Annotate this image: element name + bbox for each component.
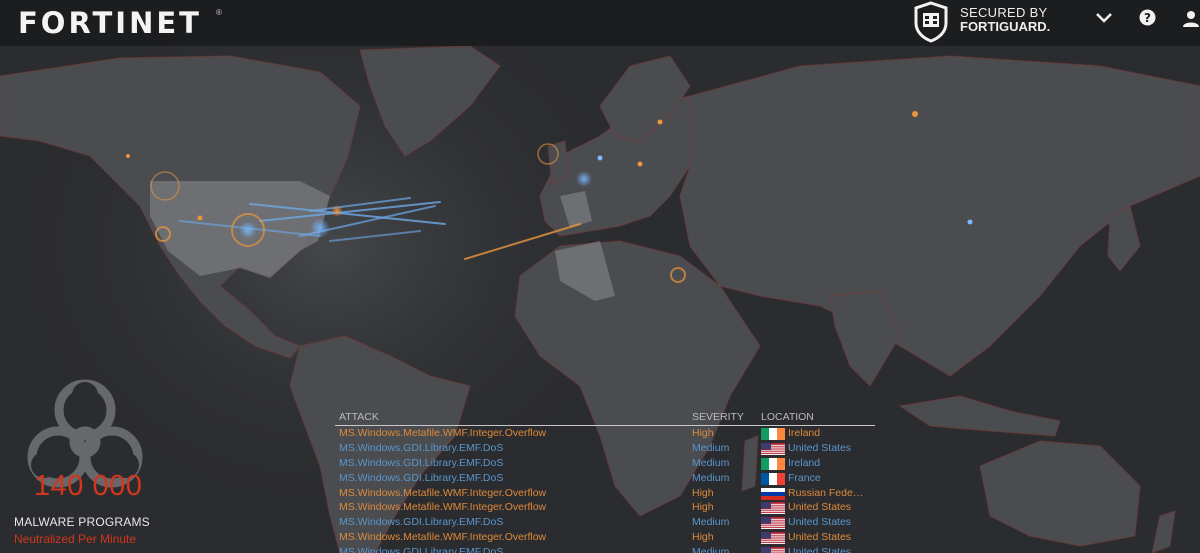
secured-by-fortiguard: SECURED BY FORTIGUARD.: [960, 6, 1050, 34]
attack-name: MS.Windows.Metafile.WMF.Integer.Overflow: [339, 531, 547, 544]
fortinet-logo[interactable]: FORTINET: [18, 6, 202, 40]
severity-value: High: [692, 427, 714, 439]
malware-label: MALWARE PROGRAMS: [14, 515, 150, 529]
ie-flag-icon: [761, 457, 785, 470]
attack-table-header: ATTACK SEVERITY LOCATION: [335, 408, 875, 426]
us-flag-icon: [761, 502, 785, 515]
header-bar: FORTINET ® SECURED BY FORTIGUARD. ?: [0, 0, 1200, 46]
malware-counter-panel: 140 000 MALWARE PROGRAMS Neutralized Per…: [10, 365, 170, 550]
attack-rows: MS.Windows.Metafile.WMF.Integer.Overflow…: [335, 426, 875, 553]
fr-flag-icon: [761, 472, 785, 485]
secured-by-label: SECURED BY: [960, 5, 1048, 20]
location-value: Ireland: [788, 456, 821, 469]
attack-row[interactable]: MS.Windows.GDI.Library.EMF.DoS Medium Fran…: [335, 471, 875, 486]
severity-value: Medium: [692, 441, 730, 454]
location-value: United States: [788, 516, 852, 529]
attack-name: MS.Windows.Metafile.WMF.Integer.Overflow: [339, 486, 547, 499]
location-column-header: LOCATION: [761, 411, 814, 423]
us-flag-icon: [761, 442, 785, 455]
severity-column-header: SEVERITY: [692, 411, 744, 423]
help-icon[interactable]: ?: [1139, 9, 1156, 26]
severity-value: High: [692, 486, 714, 499]
attack-row[interactable]: MS.Windows.Metafile.WMF.Integer.Overflow…: [335, 500, 875, 515]
attack-row[interactable]: MS.Windows.Metafile.WMF.Integer.Overflow…: [335, 426, 875, 441]
severity-value: Medium: [692, 546, 730, 553]
ru-flag-icon: [761, 487, 785, 500]
location-value: Ireland: [788, 427, 821, 439]
user-icon[interactable]: [1182, 9, 1200, 27]
chevron-down-icon[interactable]: [1094, 10, 1114, 26]
attack-name: MS.Windows.Metafile.WMF.Integer.Overflow: [339, 427, 547, 439]
attack-row[interactable]: MS.Windows.GDI.Library.EMF.DoS Medium Irel…: [335, 456, 875, 471]
location-value: France: [788, 471, 821, 484]
malware-count: 140 000: [34, 470, 143, 502]
us-flag-icon: [761, 517, 785, 530]
attack-name: MS.Windows.GDI.Library.EMF.DoS: [339, 471, 504, 484]
us-flag-icon: [761, 532, 785, 545]
fortiguard-label: FORTIGUARD.: [960, 19, 1051, 34]
svg-text:?: ?: [1144, 11, 1151, 25]
attack-row[interactable]: MS.Windows.Metafile.WMF.Integer.Overflow…: [335, 486, 875, 501]
location-value: Russian Fede…: [788, 486, 864, 499]
attack-name: MS.Windows.GDI.Library.EMF.DoS: [339, 456, 504, 469]
severity-value: Medium: [692, 456, 730, 469]
location-value: United States: [788, 441, 852, 454]
uk: [547, 140, 569, 185]
severity-value: High: [692, 501, 714, 514]
location-value: United States: [788, 531, 852, 544]
location-value: United States: [788, 546, 852, 553]
attack-row[interactable]: MS.Windows.GDI.Library.EMF.DoS Medium Unit…: [335, 441, 875, 456]
attack-name: MS.Windows.GDI.Library.EMF.DoS: [339, 441, 504, 454]
us-flag-icon: [761, 547, 785, 553]
ie-flag-icon: [761, 428, 785, 440]
attack-column-header: ATTACK: [339, 411, 379, 423]
malware-sublabel: Neutralized Per Minute: [14, 532, 137, 546]
registered-mark: ®: [216, 8, 222, 17]
attack-table: ATTACK SEVERITY LOCATION MS.Windows.Meta…: [335, 408, 875, 553]
attack-name: MS.Windows.GDI.Library.EMF.DoS: [339, 516, 504, 529]
attack-row[interactable]: MS.Windows.GDI.Library.EMF.DoS Medium Unit…: [335, 545, 875, 553]
fortiguard-shield-icon: [914, 1, 948, 43]
attack-row[interactable]: MS.Windows.Metafile.WMF.Integer.Overflow…: [335, 530, 875, 545]
attack-row[interactable]: MS.Windows.GDI.Library.EMF.DoS Medium Unit…: [335, 515, 875, 530]
severity-value: Medium: [692, 516, 730, 529]
attack-name: MS.Windows.Metafile.WMF.Integer.Overflow: [339, 501, 547, 514]
severity-value: High: [692, 531, 714, 544]
attack-name: MS.Windows.GDI.Library.EMF.DoS: [339, 546, 504, 553]
severity-value: Medium: [692, 471, 730, 484]
location-value: United States: [788, 501, 852, 514]
